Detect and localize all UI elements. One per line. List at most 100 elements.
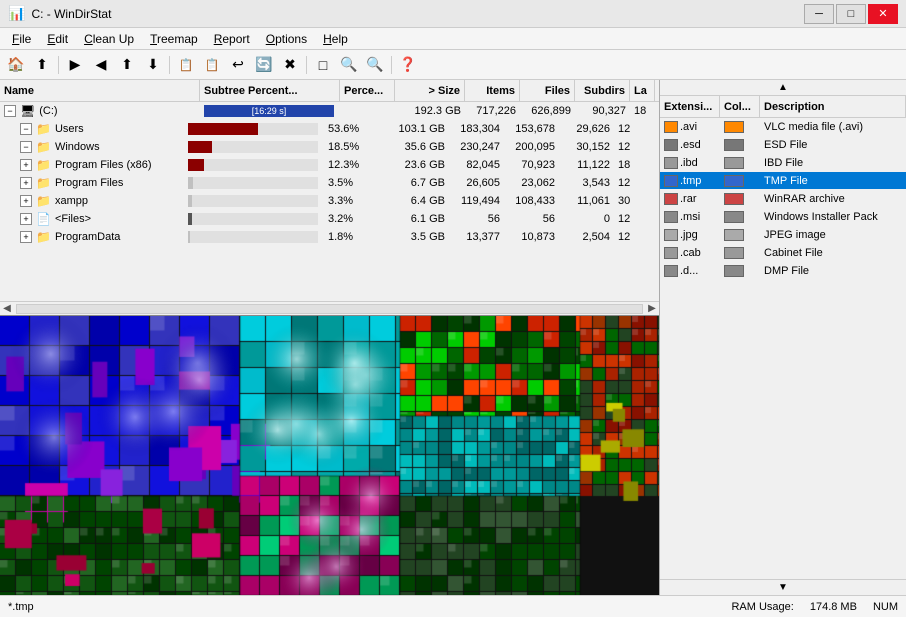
expand-icon[interactable]: − xyxy=(4,105,16,117)
expand-icon[interactable]: − xyxy=(20,141,32,153)
ext-text: .tmp xyxy=(680,175,701,187)
tree-row[interactable]: +📁Program Files3.5%6.7 GB26,60523,0623,5… xyxy=(0,174,659,192)
ext-row[interactable]: .aviVLC media file (.avi) xyxy=(660,118,906,136)
tb-undo[interactable]: ↩ xyxy=(226,54,250,76)
tb-play[interactable]: ▶ xyxy=(63,54,87,76)
perce-cell: 1.8% xyxy=(324,228,379,245)
ext-row[interactable]: .cabCabinet File xyxy=(660,244,906,262)
header-size[interactable]: > Size xyxy=(395,80,465,101)
expand-icon[interactable]: − xyxy=(20,123,32,135)
header-la[interactable]: La xyxy=(630,80,655,101)
tb-paste[interactable]: 📋 xyxy=(200,54,224,76)
color-swatch xyxy=(724,175,744,187)
tb-zoom-out[interactable]: 🔍 xyxy=(363,54,387,76)
tree-header: Name Subtree Percent... Perce... > Size … xyxy=(0,80,659,102)
tree-row[interactable]: −📁Users53.6%103.1 GB183,304153,67829,626… xyxy=(0,120,659,138)
tb-new[interactable]: □ xyxy=(311,54,335,76)
header-perce[interactable]: Perce... xyxy=(340,80,395,101)
ext-row[interactable]: .d...DMP File xyxy=(660,262,906,280)
app-icon: 📊 xyxy=(8,5,25,22)
tb-up1[interactable]: 🏠 xyxy=(4,54,28,76)
menu-options[interactable]: Options xyxy=(258,30,315,48)
tree-row[interactable]: +📁xampp3.3%6.4 GB119,494108,43311,06130 xyxy=(0,192,659,210)
tree-hscroll[interactable]: ◀ ▶ xyxy=(0,301,659,315)
la-cell: 12 xyxy=(614,210,639,227)
tb-help[interactable]: ❓ xyxy=(396,54,420,76)
tree-body[interactable]: −🖥(C:)[16:29 s]192.3 GB717,226626,89990,… xyxy=(0,102,659,301)
tree-row[interactable]: −📁Windows18.5%35.6 GB230,247200,09530,15… xyxy=(0,138,659,156)
ext-row[interactable]: .esdESD File xyxy=(660,136,906,154)
expand-icon[interactable]: + xyxy=(20,213,32,225)
tb-zoom-in[interactable]: 🔍 xyxy=(337,54,361,76)
size-cell: 103.1 GB xyxy=(379,120,449,137)
menu-edit[interactable]: Edit xyxy=(39,30,76,48)
subtree-bar-container xyxy=(188,177,318,189)
menu-cleanup[interactable]: Clean Up xyxy=(76,30,142,48)
files-cell: 153,678 xyxy=(504,120,559,137)
files-cell: 56 xyxy=(504,210,559,227)
subtree-cell xyxy=(184,174,324,191)
menu-treemap[interactable]: Treemap xyxy=(142,30,206,48)
ext-color-cell xyxy=(720,262,760,279)
ext-row[interactable]: .rarWinRAR archive xyxy=(660,190,906,208)
color-swatch xyxy=(724,121,744,133)
tree-row[interactable]: +📁Program Files (x86)12.3%23.6 GB82,0457… xyxy=(0,156,659,174)
tree-row[interactable]: +📄<Files>3.2%6.1 GB5656012 xyxy=(0,210,659,228)
row-name-text: xampp xyxy=(55,195,88,207)
tree-row[interactable]: −🖥(C:)[16:29 s]192.3 GB717,226626,89990,… xyxy=(0,102,659,120)
ext-body[interactable]: .aviVLC media file (.avi).esdESD File.ib… xyxy=(660,118,906,579)
ext-header-col2[interactable]: Col... xyxy=(720,96,760,117)
expand-icon[interactable]: + xyxy=(20,231,32,243)
subdirs-cell: 0 xyxy=(559,210,614,227)
scroll-left[interactable]: ◀ xyxy=(0,302,14,315)
header-subdirs[interactable]: Subdirs xyxy=(575,80,630,101)
menu-help[interactable]: Help xyxy=(315,30,356,48)
header-subtree[interactable]: Subtree Percent... xyxy=(200,80,340,101)
ext-text: .cab xyxy=(680,247,701,259)
menu-file[interactable]: File xyxy=(4,30,39,48)
ext-desc-cell: ESD File xyxy=(760,136,906,153)
header-name[interactable]: Name xyxy=(0,80,200,101)
ext-name-cell: .tmp xyxy=(660,172,720,189)
header-files[interactable]: Files xyxy=(520,80,575,101)
close-button[interactable]: ✕ xyxy=(868,4,898,24)
tb-back[interactable]: ◀ xyxy=(89,54,113,76)
ext-scroll-down[interactable]: ▼ xyxy=(778,582,788,593)
ext-header-col3[interactable]: Description xyxy=(760,96,906,117)
tree-row[interactable]: +📁ProgramData1.8%3.5 GB13,37710,8732,504… xyxy=(0,228,659,246)
ext-header-col1[interactable]: Extensi... xyxy=(660,96,720,117)
ext-color-swatch xyxy=(664,265,678,277)
expand-icon[interactable]: + xyxy=(20,195,32,207)
expand-icon[interactable]: + xyxy=(20,177,32,189)
ext-text: .rar xyxy=(680,193,697,205)
subtree-bar-container xyxy=(188,231,318,243)
ext-row[interactable]: .msiWindows Installer Pack xyxy=(660,208,906,226)
tb-fwd[interactable]: ⬇ xyxy=(141,54,165,76)
maximize-button[interactable]: □ xyxy=(836,4,866,24)
tb-delete[interactable]: ✖ xyxy=(278,54,302,76)
folder-icon: 📁 xyxy=(36,158,51,172)
ext-row[interactable]: .ibdIBD File xyxy=(660,154,906,172)
treemap-canvas[interactable] xyxy=(0,316,659,595)
subtree-cell xyxy=(184,156,324,173)
minimize-button[interactable]: ─ xyxy=(804,4,834,24)
status-num: NUM xyxy=(873,601,898,613)
size-cell: 192.3 GB xyxy=(395,102,465,119)
tb-copy[interactable]: 📋 xyxy=(174,54,198,76)
tb-up2[interactable]: ⬆ xyxy=(30,54,54,76)
menu-report[interactable]: Report xyxy=(206,30,258,48)
tb-down[interactable]: ⬆ xyxy=(115,54,139,76)
color-swatch xyxy=(724,157,744,169)
tb-sep3 xyxy=(306,56,307,74)
folder-icon: 📁 xyxy=(36,140,51,154)
ext-row[interactable]: .jpgJPEG image xyxy=(660,226,906,244)
ext-scroll-up[interactable]: ▲ xyxy=(778,82,788,93)
tb-refresh[interactable]: 🔄 xyxy=(252,54,276,76)
perce-cell: 12.3% xyxy=(324,156,379,173)
header-items[interactable]: Items xyxy=(465,80,520,101)
expand-icon[interactable]: + xyxy=(20,159,32,171)
color-swatch xyxy=(724,193,744,205)
scroll-right[interactable]: ▶ xyxy=(645,302,659,315)
items-cell: 13,377 xyxy=(449,228,504,245)
ext-row[interactable]: .tmpTMP File xyxy=(660,172,906,190)
